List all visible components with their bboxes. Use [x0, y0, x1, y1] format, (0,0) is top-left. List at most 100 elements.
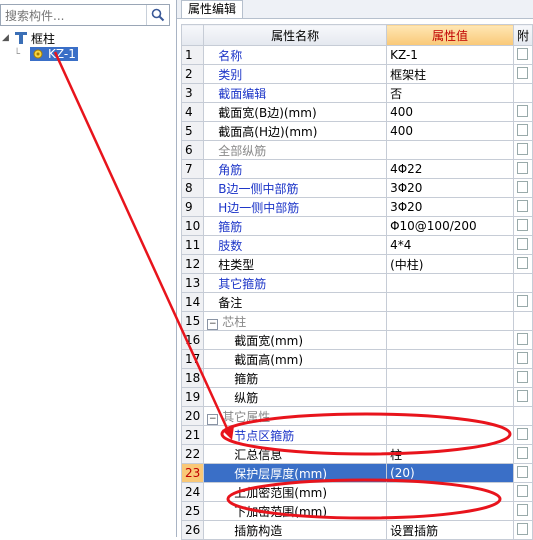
- attach-cell[interactable]: [512, 292, 533, 312]
- checkbox[interactable]: [516, 66, 528, 79]
- property-value-cell[interactable]: [386, 425, 514, 445]
- attach-cell[interactable]: [512, 83, 533, 103]
- attach-cell[interactable]: [512, 368, 533, 388]
- attach-cell[interactable]: [512, 311, 533, 331]
- checkbox[interactable]: [516, 294, 528, 307]
- table-row[interactable]: 15− 芯柱: [180, 311, 533, 331]
- checkbox[interactable]: [516, 389, 528, 402]
- table-row[interactable]: 14 备注: [180, 292, 533, 312]
- attach-cell[interactable]: [512, 197, 533, 217]
- property-value-cell[interactable]: 400: [386, 102, 514, 122]
- table-row[interactable]: 17 截面高(mm): [180, 349, 533, 369]
- tree-node-kz1[interactable]: └ KZ-1: [14, 46, 78, 62]
- property-value-cell[interactable]: [386, 482, 514, 502]
- search-button[interactable]: [146, 5, 169, 25]
- property-name-cell[interactable]: − 其它属性: [203, 406, 388, 426]
- table-row[interactable]: 5 截面高(H边)(mm) 400: [180, 121, 533, 141]
- property-name-cell[interactable]: 纵筋: [203, 387, 388, 407]
- tab-property-edit[interactable]: 属性编辑: [181, 0, 244, 18]
- property-value-cell[interactable]: 400: [386, 121, 514, 141]
- table-row[interactable]: 16 截面宽(mm): [180, 330, 533, 350]
- property-name-cell[interactable]: 备注: [203, 292, 388, 312]
- table-row[interactable]: 9 H边一侧中部筋 3Φ20: [180, 197, 533, 217]
- checkbox[interactable]: [516, 123, 528, 136]
- table-row[interactable]: 25 下加密范围(mm): [180, 501, 533, 521]
- checkbox[interactable]: [516, 351, 528, 364]
- checkbox[interactable]: [516, 218, 528, 231]
- table-row[interactable]: 6 全部纵筋: [180, 140, 533, 160]
- attach-cell[interactable]: [512, 159, 533, 179]
- attach-cell[interactable]: [512, 330, 533, 350]
- table-row[interactable]: 7 角筋 4Φ22: [180, 159, 533, 179]
- attach-cell[interactable]: [512, 178, 533, 198]
- attach-cell[interactable]: [512, 501, 533, 521]
- collapse-icon[interactable]: ◢: [2, 33, 12, 43]
- attach-cell[interactable]: [512, 387, 533, 407]
- attach-cell[interactable]: [512, 482, 533, 502]
- table-row[interactable]: 22 汇总信息 柱: [180, 444, 533, 464]
- table-row[interactable]: 18 箍筋: [180, 368, 533, 388]
- property-name-cell[interactable]: 其它箍筋: [203, 273, 388, 293]
- property-value-cell[interactable]: [386, 387, 514, 407]
- checkbox[interactable]: [516, 446, 528, 459]
- property-name-cell[interactable]: 上加密范围(mm): [203, 482, 388, 502]
- table-row[interactable]: 21 节点区箍筋: [180, 425, 533, 445]
- property-value-cell[interactable]: [386, 501, 514, 521]
- checkbox[interactable]: [516, 161, 528, 174]
- property-value-cell[interactable]: (20): [386, 463, 514, 483]
- property-name-cell[interactable]: 截面编辑: [203, 83, 388, 103]
- property-name-cell[interactable]: 全部纵筋: [203, 140, 388, 160]
- checkbox[interactable]: [516, 503, 528, 516]
- property-value-cell[interactable]: 柱: [386, 444, 514, 464]
- property-name-cell[interactable]: 类别: [203, 64, 388, 84]
- checkbox[interactable]: [516, 465, 528, 478]
- header-value[interactable]: 属性值: [386, 24, 514, 46]
- checkbox[interactable]: [516, 237, 528, 250]
- checkbox[interactable]: [516, 199, 528, 212]
- table-row[interactable]: 23 保护层厚度(mm) (20): [180, 463, 533, 483]
- property-value-cell[interactable]: Φ10@100/200: [386, 216, 514, 236]
- property-value-cell[interactable]: 框架柱: [386, 64, 514, 84]
- checkbox[interactable]: [516, 484, 528, 497]
- table-row[interactable]: 20− 其它属性: [180, 406, 533, 426]
- property-name-cell[interactable]: − 芯柱: [203, 311, 388, 331]
- property-value-cell[interactable]: (中柱): [386, 254, 514, 274]
- property-value-cell[interactable]: [386, 349, 514, 369]
- property-name-cell[interactable]: 箍筋: [203, 368, 388, 388]
- property-name-cell[interactable]: 节点区箍筋: [203, 425, 388, 445]
- table-row[interactable]: 1 名称 KZ-1: [180, 45, 533, 65]
- attach-cell[interactable]: [512, 140, 533, 160]
- property-name-cell[interactable]: 肢数: [203, 235, 388, 255]
- checkbox[interactable]: [516, 47, 528, 60]
- attach-cell[interactable]: [512, 216, 533, 236]
- property-name-cell[interactable]: 箍筋: [203, 216, 388, 236]
- property-value-cell[interactable]: [386, 311, 514, 331]
- table-row[interactable]: 19 纵筋: [180, 387, 533, 407]
- property-value-cell[interactable]: [386, 368, 514, 388]
- checkbox[interactable]: [516, 104, 528, 117]
- checkbox[interactable]: [516, 522, 528, 535]
- collapse-toggle-icon[interactable]: −: [207, 413, 219, 425]
- property-value-cell[interactable]: [386, 406, 514, 426]
- table-row[interactable]: 13 其它箍筋: [180, 273, 533, 293]
- tree-node-root[interactable]: ◢ 框柱: [2, 30, 55, 46]
- attach-cell[interactable]: [512, 64, 533, 84]
- property-name-cell[interactable]: 保护层厚度(mm): [203, 463, 388, 483]
- property-value-cell[interactable]: KZ-1: [386, 45, 514, 65]
- property-value-cell[interactable]: [386, 273, 514, 293]
- tree-node-selected[interactable]: KZ-1: [30, 47, 78, 61]
- checkbox[interactable]: [516, 256, 528, 269]
- header-extra[interactable]: 附: [512, 24, 533, 46]
- property-name-cell[interactable]: 柱类型: [203, 254, 388, 274]
- table-row[interactable]: 2 类别 框架柱: [180, 64, 533, 84]
- property-name-cell[interactable]: 下加密范围(mm): [203, 501, 388, 521]
- checkbox[interactable]: [516, 370, 528, 383]
- header-name[interactable]: 属性名称: [203, 24, 388, 46]
- attach-cell[interactable]: [512, 425, 533, 445]
- property-value-cell[interactable]: [386, 292, 514, 312]
- attach-cell[interactable]: [512, 45, 533, 65]
- checkbox[interactable]: [516, 180, 528, 193]
- attach-cell[interactable]: [512, 406, 533, 426]
- table-row[interactable]: 10 箍筋 Φ10@100/200: [180, 216, 533, 236]
- property-name-cell[interactable]: 截面高(H边)(mm): [203, 121, 388, 141]
